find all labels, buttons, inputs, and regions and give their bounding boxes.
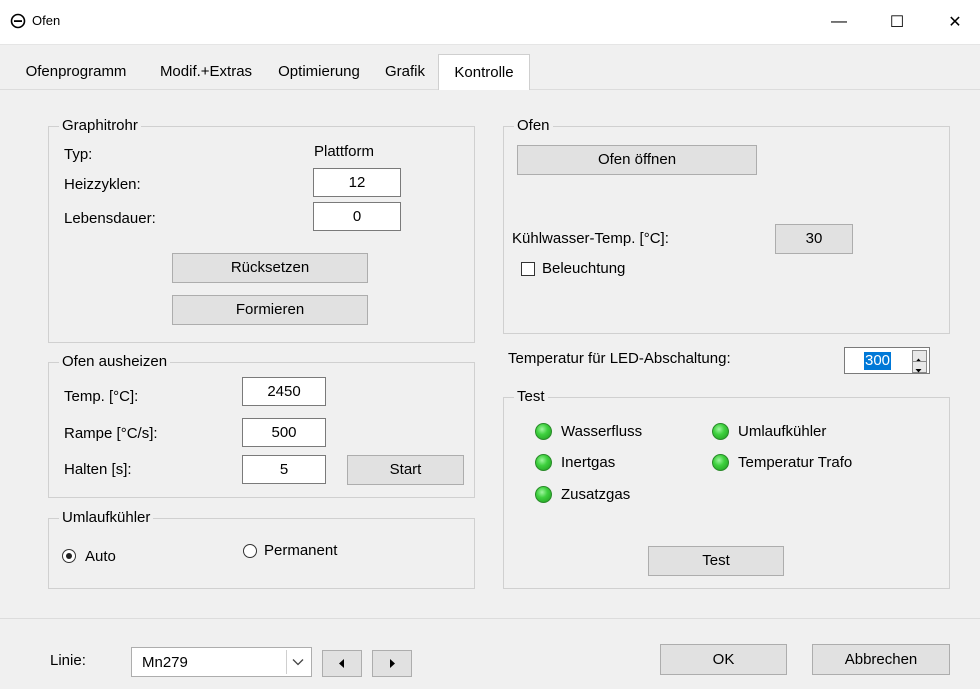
halten-field[interactable]: 5 (242, 455, 326, 484)
test-button[interactable]: Test (648, 546, 784, 576)
auto-label: Auto (85, 548, 116, 565)
led-zusatzgas-icon (535, 486, 552, 503)
led-shutoff-label: Temperatur für LED-Abschaltung: (508, 350, 731, 367)
halten-label: Halten [s]: (64, 461, 132, 478)
lebensdauer-label: Lebensdauer: (64, 210, 156, 227)
title-bar: Ofen — ☐ ✕ (0, 0, 980, 45)
heizzyklen-label: Heizzyklen: (64, 176, 141, 193)
start-button[interactable]: Start (347, 455, 464, 485)
spinner-down-button[interactable] (912, 361, 927, 373)
kuehlwasser-value: 30 (775, 224, 853, 254)
rampe-label: Rampe [°C/s]: (64, 425, 158, 442)
app-icon (10, 13, 26, 29)
tab-grafik[interactable]: Grafik (374, 56, 436, 88)
led-temperatur-trafo-icon (712, 454, 729, 471)
typ-value: Plattform (314, 143, 375, 160)
linie-label: Linie: (50, 652, 86, 669)
graphitrohr-title: Graphitrohr (59, 117, 141, 135)
led-shutoff-spinner[interactable]: 300 (844, 347, 930, 374)
led-shutoff-value[interactable]: 300 (864, 352, 892, 370)
tab-ofenprogramm[interactable]: Ofenprogramm (6, 56, 146, 88)
temp-field[interactable]: 2450 (242, 377, 326, 406)
ofen-oeffnen-button[interactable]: Ofen öffnen (517, 145, 757, 175)
umlaufkuehler-indicator-label: Umlaufkühler (738, 423, 827, 440)
chevron-down-icon (292, 659, 304, 666)
ofen-title: Ofen (514, 117, 553, 135)
ausheizen-title: Ofen ausheizen (59, 353, 171, 371)
linie-selected-value: Mn279 (142, 654, 188, 671)
prev-line-button[interactable] (322, 650, 362, 677)
wasserfluss-label: Wasserfluss (561, 423, 643, 440)
minimize-button[interactable]: — (816, 0, 862, 44)
tab-strip: Ofenprogramm Modif.+Extras Optimierung G… (0, 54, 980, 90)
umlaufkuehler-title: Umlaufkühler (59, 509, 154, 527)
permanent-label: Permanent (264, 542, 338, 559)
tab-modif-extras[interactable]: Modif.+Extras (148, 56, 264, 88)
arrow-left-icon (339, 659, 344, 668)
beleuchtung-label: Beleuchtung (542, 260, 626, 277)
maximize-button[interactable]: ☐ (874, 0, 920, 44)
tab-kontrolle[interactable]: Kontrolle (438, 54, 530, 90)
heizzyklen-field[interactable]: 12 (313, 168, 401, 197)
auto-radio[interactable] (62, 549, 76, 563)
temp-label: Temp. [°C]: (64, 388, 139, 405)
led-wasserfluss-icon (535, 423, 552, 440)
radio-selected-dot (66, 553, 72, 559)
close-button[interactable]: ✕ (932, 0, 978, 44)
formieren-button[interactable]: Formieren (172, 295, 368, 325)
reset-button[interactable]: Rücksetzen (172, 253, 368, 283)
temperatur-trafo-label: Temperatur Trafo (738, 454, 853, 471)
zusatzgas-label: Zusatzgas (561, 486, 631, 503)
linie-dropdown-button[interactable] (286, 650, 309, 674)
permanent-radio[interactable] (243, 544, 257, 558)
tab-optimierung[interactable]: Optimierung (266, 56, 372, 88)
led-inertgas-icon (535, 454, 552, 471)
test-title: Test (514, 388, 548, 406)
led-umlaufkuehler-icon (712, 423, 729, 440)
cancel-button[interactable]: Abbrechen (812, 644, 950, 675)
beleuchtung-checkbox[interactable] (521, 262, 535, 276)
window-title: Ofen (32, 13, 61, 28)
lebensdauer-field[interactable]: 0 (313, 202, 401, 231)
inertgas-label: Inertgas (561, 454, 616, 471)
next-line-button[interactable] (372, 650, 412, 677)
arrow-down-icon (915, 369, 922, 373)
ok-button[interactable]: OK (660, 644, 787, 675)
rampe-field[interactable]: 500 (242, 418, 326, 447)
linie-select[interactable]: Mn279 (131, 647, 312, 677)
arrow-right-icon (390, 659, 395, 668)
typ-label: Typ: (64, 146, 93, 163)
kuehlwasser-label: Kühlwasser-Temp. [°C]: (512, 230, 669, 247)
